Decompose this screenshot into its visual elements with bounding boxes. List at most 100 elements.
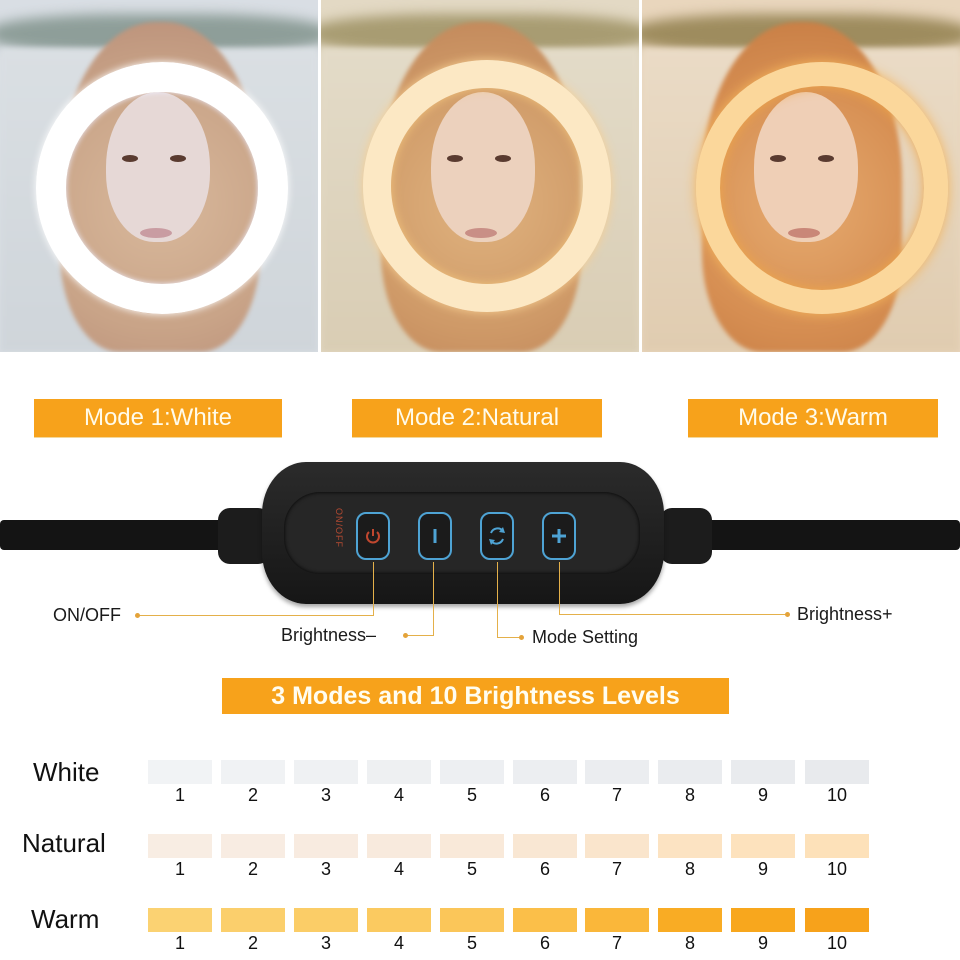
swatch-white-level-5	[440, 760, 504, 784]
swatch-white-level-6	[513, 760, 577, 784]
level-number: 7	[611, 785, 622, 805]
leader-line-onoff-h	[138, 615, 374, 616]
swatch-white-level-7	[585, 760, 649, 784]
section-heading: 3 Modes and 10 Brightness Levels	[222, 678, 729, 714]
swatch-natural-level-1	[148, 834, 212, 858]
panel-natural-mode	[321, 0, 639, 352]
level-number: 3	[320, 933, 331, 953]
swatch-warm-level-6	[513, 908, 577, 932]
swatch-natural-level-3	[294, 834, 358, 858]
swatch-warm-level-5	[440, 908, 504, 932]
ring-light-white	[36, 62, 288, 314]
leader-line-plus-v	[559, 562, 560, 615]
level-number: 6	[539, 859, 550, 879]
level-number: 9	[757, 933, 768, 953]
mode-label-white: Mode 1:White	[34, 399, 282, 437]
swatch-white-level-4	[367, 760, 431, 784]
level-number: 2	[247, 785, 258, 805]
minus-icon	[433, 529, 437, 543]
swatch-white-level-1	[148, 760, 212, 784]
level-number: 8	[684, 859, 695, 879]
cable-right	[700, 520, 960, 550]
swatch-warm-level-2	[221, 908, 285, 932]
panel-white-mode	[0, 0, 318, 352]
leader-dot-mode	[519, 635, 524, 640]
swatch-warm-level-1	[148, 908, 212, 932]
cable-strain-relief-right	[660, 508, 712, 564]
level-number: 2	[247, 859, 258, 879]
level-number: 2	[247, 933, 258, 953]
swatch-white-level-9	[731, 760, 795, 784]
callout-brightness-plus: Brightness+	[797, 604, 893, 624]
level-number: 3	[320, 785, 331, 805]
leader-dot-plus	[785, 612, 790, 617]
callout-brightness-minus: Brightness–	[281, 625, 377, 645]
level-number: 4	[393, 859, 404, 879]
swatch-warm-level-3	[294, 908, 358, 932]
row-label-warm: Warm	[31, 904, 100, 934]
ring-light-natural	[363, 60, 611, 312]
level-number: 7	[611, 859, 622, 879]
level-number: 5	[466, 859, 477, 879]
level-number: 4	[393, 933, 404, 953]
swatch-natural-level-4	[367, 834, 431, 858]
level-number: 10	[826, 785, 848, 805]
level-number: 9	[757, 859, 768, 879]
swatch-white-level-2	[221, 760, 285, 784]
swatch-warm-level-8	[658, 908, 722, 932]
row-label-white: White	[33, 757, 100, 787]
swatch-natural-level-2	[221, 834, 285, 858]
power-icon	[366, 529, 380, 544]
leader-line-minus-v	[433, 562, 434, 636]
level-number: 7	[611, 933, 622, 953]
mode-label-natural: Mode 2:Natural	[352, 399, 602, 437]
controller-onoff-text: ON/OFF	[334, 508, 344, 548]
ring-light-warm	[696, 62, 948, 314]
level-number: 1	[174, 785, 185, 805]
brightness-plus-button[interactable]	[542, 512, 576, 560]
level-number: 9	[757, 785, 768, 805]
callout-on-off: ON/OFF	[53, 605, 121, 625]
level-number: 10	[826, 859, 848, 879]
inline-controller	[262, 462, 664, 604]
leader-dot-onoff	[135, 613, 140, 618]
swatch-natural-level-5	[440, 834, 504, 858]
level-number: 5	[466, 785, 477, 805]
row-label-natural: Natural	[22, 828, 106, 858]
swatch-white-level-3	[294, 760, 358, 784]
mode-setting-button[interactable]	[480, 512, 514, 560]
leader-dot-minus	[403, 633, 408, 638]
cable-left	[0, 520, 230, 550]
plus-icon	[552, 529, 566, 543]
panel-warm-mode	[642, 0, 960, 352]
level-number: 10	[826, 933, 848, 953]
callout-mode-setting: Mode Setting	[532, 627, 639, 647]
power-button[interactable]	[356, 512, 390, 560]
swatch-natural-level-8	[658, 834, 722, 858]
level-number: 1	[174, 933, 185, 953]
brightness-minus-button[interactable]	[418, 512, 452, 560]
level-number: 1	[174, 859, 185, 879]
leader-line-minus-h	[406, 635, 434, 636]
swatch-warm-level-9	[731, 908, 795, 932]
leader-line-onoff-v	[373, 562, 374, 616]
level-number: 8	[684, 785, 695, 805]
swatch-warm-level-4	[367, 908, 431, 932]
leader-line-mode-h	[497, 637, 521, 638]
level-number: 5	[466, 933, 477, 953]
swatch-warm-level-7	[585, 908, 649, 932]
swatch-natural-level-7	[585, 834, 649, 858]
level-number: 3	[320, 859, 331, 879]
leader-line-plus-h	[559, 614, 787, 615]
mode-label-warm: Mode 3:Warm	[688, 399, 938, 437]
level-number: 4	[393, 785, 404, 805]
swatch-natural-level-10	[805, 834, 869, 858]
swatch-natural-level-6	[513, 834, 577, 858]
leader-line-mode-v	[497, 562, 498, 638]
swatch-white-level-10	[805, 760, 869, 784]
level-number: 6	[539, 785, 550, 805]
swatch-warm-level-10	[805, 908, 869, 932]
swatch-white-level-8	[658, 760, 722, 784]
level-number: 6	[539, 933, 550, 953]
level-number: 8	[684, 933, 695, 953]
